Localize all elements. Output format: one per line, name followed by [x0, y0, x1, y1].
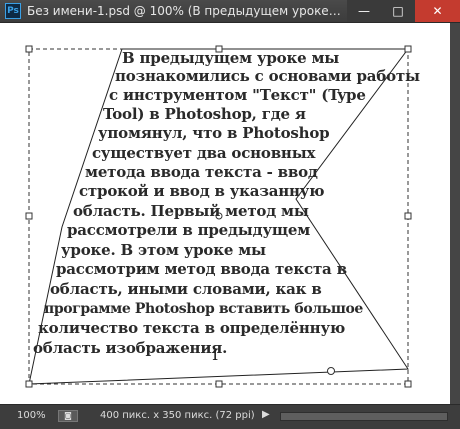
text-line: область. Первый метод мы — [73, 202, 309, 220]
text-line: уроке. В этом уроке мы — [61, 241, 266, 259]
text-line: область, иными словами, как в — [50, 280, 322, 298]
text-line: область изображения. — [33, 339, 228, 357]
status-menu-arrow-icon[interactable]: ▶ — [262, 409, 270, 420]
path-anchor-point[interactable] — [327, 367, 335, 375]
maximize-button[interactable]: □ — [381, 0, 415, 22]
handle-bottom-right[interactable] — [404, 380, 412, 388]
text-line: В предыдущем уроке мы — [122, 49, 340, 67]
text-line: программе Photoshop вставить большое — [44, 301, 363, 317]
text-line: строкой и ввод в указанную — [79, 182, 325, 200]
text-line: рассмотрим метод ввода текста в — [56, 260, 347, 278]
gpu-status-icon[interactable]: ◙ — [58, 410, 78, 422]
status-bar: 100% ◙ 400 пикс. x 350 пикс. (72 ppi) ▶ — [0, 404, 460, 429]
text-cursor-icon: I — [212, 345, 219, 364]
document-canvas[interactable]: В предыдущем уроке мы познакомились с ос… — [0, 23, 450, 404]
handle-bottom-left[interactable] — [25, 380, 33, 388]
vertical-scrollbar[interactable] — [450, 23, 460, 404]
minimize-button[interactable]: — — [347, 0, 381, 22]
handle-middle-right[interactable] — [404, 212, 412, 220]
handle-bottom-middle[interactable] — [215, 380, 223, 388]
text-line: рассмотрели в предыдущем — [67, 221, 311, 239]
handle-middle-left[interactable] — [25, 212, 33, 220]
handle-top-left[interactable] — [25, 45, 33, 53]
text-line: упомянул, что в Photoshop — [98, 124, 330, 142]
text-line: метода ввода текста - ввод — [85, 163, 318, 181]
horizontal-scrollbar[interactable] — [280, 412, 448, 421]
zoom-level[interactable]: 100% — [17, 410, 46, 421]
handle-top-right[interactable] — [404, 45, 412, 53]
document-info: 400 пикс. x 350 пикс. (72 ppi) — [100, 410, 255, 421]
title-bar[interactable]: Ps Без имени-1.psd @ 100% (В предыдущем … — [0, 0, 460, 23]
close-button[interactable]: ✕ — [415, 0, 460, 22]
photoshop-logo-icon: Ps — [5, 3, 21, 19]
text-line: количество текста в определённую — [38, 319, 346, 337]
photoshop-document-window: Ps Без имени-1.psd @ 100% (В предыдущем … — [0, 0, 460, 429]
text-line: Tool) в Photoshop, где я — [103, 105, 306, 123]
text-line: существует два основных — [92, 144, 316, 162]
window-title: Без имени-1.psd @ 100% (В предыдущем уро… — [27, 4, 342, 18]
text-line: с инструментом "Текст" (Type — [109, 86, 366, 104]
text-line: познакомились с основами работы — [115, 67, 420, 85]
